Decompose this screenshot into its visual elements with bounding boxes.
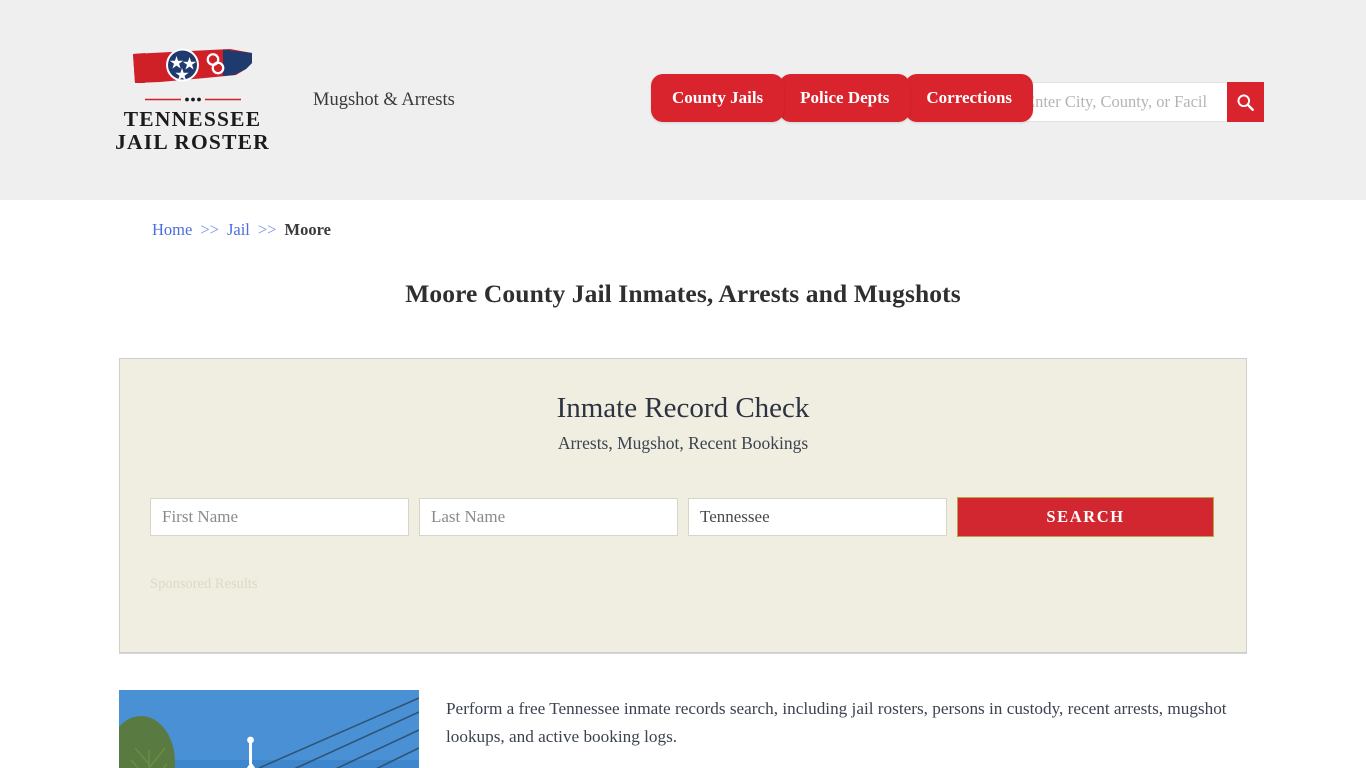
- breadcrumb-item-home[interactable]: Home: [152, 220, 192, 240]
- inmate-record-check-panel: Inmate Record Check Arrests, Mugshot, Re…: [119, 358, 1247, 653]
- breadcrumb-separator: >>: [257, 220, 277, 239]
- header-search-button[interactable]: [1227, 82, 1264, 122]
- logo-text-line2: JAIL ROSTER: [115, 130, 270, 154]
- logo-text-line1: TENNESSEE: [123, 107, 262, 131]
- header-search-input[interactable]: [1013, 82, 1227, 122]
- sponsored-results-label: Sponsored Results: [150, 575, 258, 592]
- site-logo[interactable]: TENNESSEE JAIL ROSTER: [115, 46, 269, 154]
- tennessee-state-logo-icon: [133, 48, 252, 83]
- brand[interactable]: TENNESSEE JAIL ROSTER Mugshot & Arrests: [113, 46, 553, 154]
- nav-item-corrections[interactable]: Corrections: [905, 74, 1034, 122]
- header-search: [1013, 82, 1264, 122]
- breadcrumb-separator: >>: [200, 220, 219, 239]
- panel-subtitle: Arrests, Mugshot, Recent Bookings: [557, 432, 809, 453]
- article-body: Perform a free Tennessee inmate records …: [446, 690, 1247, 768]
- article-thumbnail[interactable]: [119, 690, 419, 768]
- search-icon: [1237, 94, 1254, 111]
- nav-item-police-depts[interactable]: Police Depts: [779, 74, 911, 122]
- breadcrumb-item-moore: Moore: [284, 220, 331, 239]
- main-content: Home >> Jail >> Moore Moore County Jail …: [113, 200, 1253, 768]
- breadcrumb-item-jail[interactable]: Jail: [227, 220, 250, 240]
- article-paragraph-1: Perform a free Tennessee inmate records …: [446, 699, 1227, 746]
- article-section: Perform a free Tennessee inmate records …: [113, 690, 1253, 768]
- site-tagline: Mugshot & Arrests: [313, 89, 455, 110]
- page-title: Moore County Jail Inmates, Arrests and M…: [405, 279, 961, 308]
- header-inner: TENNESSEE JAIL ROSTER Mugshot & Arrests …: [113, 0, 1264, 200]
- inmate-search-form: Tennessee SEARCH: [150, 496, 1216, 537]
- first-name-input[interactable]: [150, 497, 409, 536]
- main-navigation: County Jails Police Depts Corrections: [651, 74, 1034, 126]
- nav-item-county-jails[interactable]: County Jails: [651, 74, 785, 122]
- courthouse-cupola-photo-icon: [119, 690, 419, 768]
- panel-title: Inmate Record Check: [556, 392, 810, 424]
- state-select[interactable]: Tennessee: [688, 497, 947, 536]
- search-button[interactable]: SEARCH: [957, 496, 1214, 537]
- site-header: TENNESSEE JAIL ROSTER Mugshot & Arrests …: [0, 0, 1366, 200]
- logo-divider-icon: [144, 97, 241, 102]
- breadcrumb: Home >> Jail >> Moore: [152, 200, 1253, 240]
- last-name-input[interactable]: [419, 497, 678, 536]
